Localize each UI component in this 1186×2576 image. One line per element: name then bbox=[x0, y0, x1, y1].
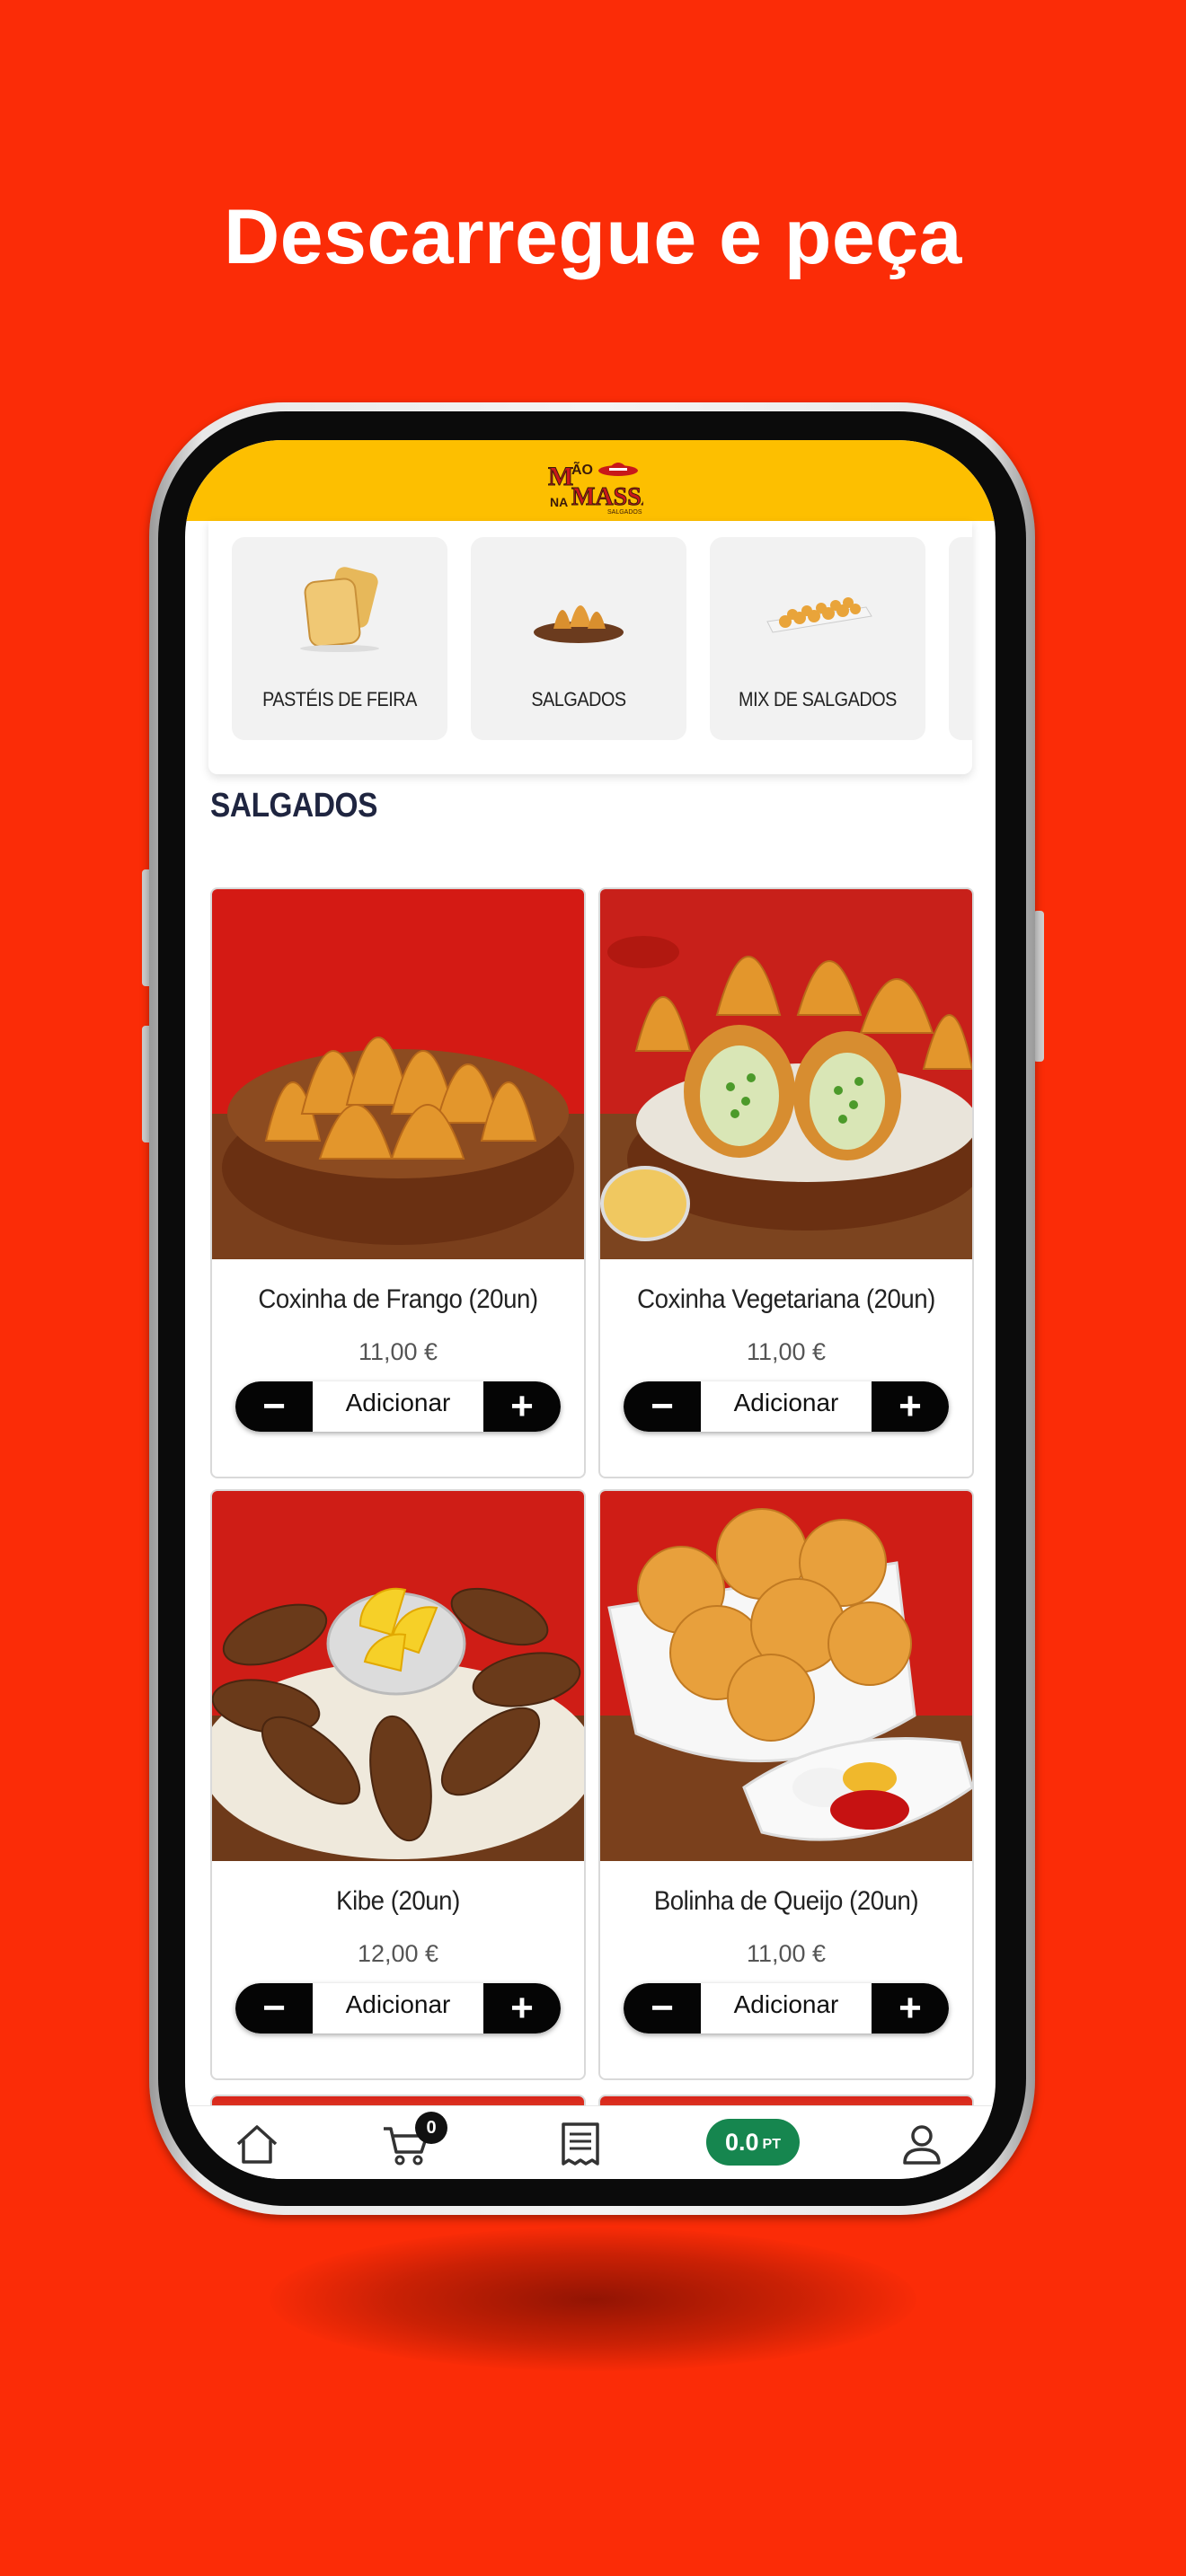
svg-text:SALGADOS: SALGADOS bbox=[607, 509, 642, 516]
category-label: PASTÉIS DE FEIRA bbox=[262, 688, 417, 710]
add-to-cart-button[interactable]: Adicionar bbox=[313, 1990, 483, 2019]
category-pasteis[interactable]: PASTÉIS DE FEIRA bbox=[232, 537, 447, 740]
points-balance[interactable]: 0.0 PT bbox=[706, 2119, 800, 2166]
nav-cart[interactable]: 0 bbox=[379, 2112, 447, 2171]
product-name: Kibe (20un) bbox=[336, 1886, 460, 1916]
user-icon bbox=[903, 2125, 941, 2165]
product-name: Coxinha de Frango (20un) bbox=[258, 1284, 538, 1314]
category-label: MIX DE SALGADOS bbox=[739, 688, 897, 710]
product-price: 12,00 € bbox=[357, 1940, 439, 1967]
product-price: 11,00 € bbox=[358, 1338, 438, 1365]
headline: Descarregue e peça bbox=[224, 194, 962, 280]
increase-quantity-button[interactable]: + bbox=[483, 1381, 561, 1432]
home-icon bbox=[236, 2125, 278, 2164]
phone-shadow bbox=[270, 2228, 916, 2371]
increase-quantity-button[interactable]: + bbox=[483, 1983, 561, 2033]
product-price: 11,00 € bbox=[746, 1940, 827, 1967]
increase-quantity-button[interactable]: + bbox=[872, 1381, 949, 1432]
category-carousel[interactable]: PASTÉIS DE FEIRA SALGADOS MIX DE SALGADO… bbox=[208, 521, 972, 774]
category-mix-salgados[interactable]: MIX DE SALGADOS bbox=[710, 537, 925, 740]
decrease-quantity-button[interactable]: − bbox=[624, 1381, 701, 1432]
pastel-image bbox=[300, 567, 379, 652]
product-name: Coxinha Vegetariana (20un) bbox=[637, 1284, 935, 1314]
add-to-cart-button[interactable]: Adicionar bbox=[701, 1990, 872, 2019]
svg-text:M: M bbox=[548, 462, 573, 491]
points-value: 0.0 bbox=[725, 2128, 759, 2156]
receipt-icon bbox=[562, 2122, 599, 2166]
nav-home[interactable] bbox=[230, 2117, 284, 2171]
product-price: 11,00 € bbox=[746, 1338, 827, 1365]
product-card[interactable]: Bolinha de Queijo (20un) 11,00 € − Adici… bbox=[598, 1489, 974, 2080]
salgados-image bbox=[534, 605, 624, 643]
app-logo[interactable]: M ÃO NA MASSA SALGADOS bbox=[544, 453, 644, 516]
svg-text:MASSA: MASSA bbox=[571, 483, 643, 511]
quantity-stepper: − Adicionar + bbox=[235, 1381, 561, 1432]
product-image-bolinha-queijo bbox=[600, 1491, 972, 1861]
decrease-quantity-button[interactable]: − bbox=[624, 1983, 701, 2033]
mix-salgados-image bbox=[766, 597, 872, 633]
bottom-navigation: 0 0.0 PT bbox=[185, 2105, 996, 2179]
decrease-quantity-button[interactable]: − bbox=[235, 1381, 313, 1432]
nav-profile[interactable] bbox=[895, 2117, 949, 2171]
quantity-stepper: − Adicionar + bbox=[624, 1381, 949, 1432]
decrease-quantity-button[interactable]: − bbox=[235, 1983, 313, 2033]
nav-orders[interactable] bbox=[553, 2117, 607, 2171]
product-card[interactable]: Coxinha Vegetariana (20un) 11,00 € − Adi… bbox=[598, 887, 974, 1478]
product-card[interactable]: Coxinha de Frango (20un) 11,00 € − Adici… bbox=[210, 887, 586, 1478]
increase-quantity-button[interactable]: + bbox=[872, 1983, 949, 2033]
product-card[interactable]: Kibe (20un) 12,00 € − Adicionar + bbox=[210, 1489, 586, 2080]
svg-text:NA: NA bbox=[550, 495, 568, 509]
quantity-stepper: − Adicionar + bbox=[624, 1983, 949, 2033]
cart-count-badge: 0 bbox=[415, 2112, 447, 2144]
quantity-stepper: − Adicionar + bbox=[235, 1983, 561, 2033]
top-bar: M ÃO NA MASSA SALGADOS bbox=[185, 440, 996, 521]
points-unit: PT bbox=[762, 2137, 781, 2152]
product-image-kibe bbox=[212, 1491, 584, 1861]
product-image-coxinha-vegetariana bbox=[600, 889, 972, 1259]
add-to-cart-button[interactable]: Adicionar bbox=[701, 1389, 872, 1417]
section-title: SALGADOS bbox=[210, 787, 377, 825]
category-more[interactable] bbox=[949, 537, 972, 740]
product-name: Bolinha de Queijo (20un) bbox=[653, 1886, 919, 1916]
app-screen: M ÃO NA MASSA SALGADOS PASTÉIS DE FEIRA bbox=[185, 440, 996, 2179]
product-image-coxinha-frango bbox=[212, 889, 584, 1259]
add-to-cart-button[interactable]: Adicionar bbox=[313, 1389, 483, 1417]
svg-text:ÃO: ÃO bbox=[571, 460, 593, 478]
category-salgados[interactable]: SALGADOS bbox=[471, 537, 686, 740]
category-label: SALGADOS bbox=[531, 688, 626, 710]
